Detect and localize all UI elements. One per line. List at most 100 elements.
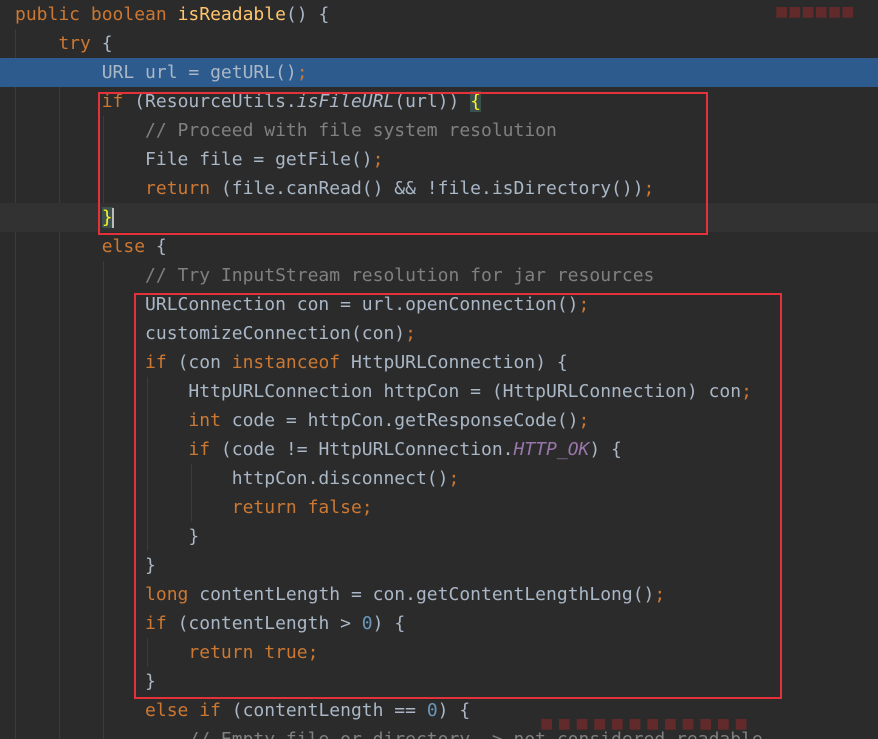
code-text: if (code != HttpURLConnection.HTTP_OK) {: [15, 435, 622, 464]
code-line[interactable]: return false;: [0, 493, 878, 522]
code-text: }: [15, 551, 156, 580]
code-line[interactable]: public boolean isReadable() {: [0, 0, 878, 29]
code-token: URLConnection con = url.openConnection(): [15, 294, 579, 315]
code-token: ) {: [372, 613, 406, 634]
code-line[interactable]: URL url = getURL();: [0, 58, 878, 87]
code-token: ;: [741, 381, 752, 402]
code-token: isReadable: [177, 4, 286, 25]
code-line[interactable]: }: [0, 522, 878, 551]
code-token: () {: [285, 4, 330, 25]
code-text: public boolean isReadable() {: [15, 0, 329, 29]
code-token: ;: [296, 62, 308, 83]
code-line[interactable]: // Try InputStream resolution for jar re…: [0, 261, 878, 290]
code-line[interactable]: }: [0, 203, 878, 232]
code-line[interactable]: try {: [0, 29, 878, 58]
code-token: (ResourceUtils.: [134, 91, 297, 112]
code-line[interactable]: if (con instanceof HttpURLConnection) {: [0, 348, 878, 377]
code-token: HTTP_OK: [513, 439, 590, 460]
code-token: ;: [307, 642, 319, 663]
code-token: HttpURLConnection httpCon = (HttpURLConn…: [15, 381, 742, 402]
code-text: customizeConnection(con);: [15, 319, 416, 348]
code-text: }: [15, 522, 199, 551]
code-token: customizeConnection(con): [15, 323, 406, 344]
code-token: ;: [578, 410, 590, 431]
code-token: ;: [448, 468, 460, 489]
code-text: // Proceed with file system resolution: [15, 116, 557, 145]
code-token: if: [15, 91, 135, 112]
code-text: try {: [15, 29, 113, 58]
code-token: if: [15, 439, 221, 460]
code-line[interactable]: if (ResourceUtils.isFileURL(url)) {: [0, 87, 878, 116]
code-token: if: [15, 613, 178, 634]
code-token: ;: [654, 584, 666, 605]
code-token: ;: [361, 497, 373, 518]
code-line[interactable]: }: [0, 551, 878, 580]
code-line[interactable]: HttpURLConnection httpCon = (HttpURLConn…: [0, 377, 878, 406]
code-token: (code != HttpURLConnection.: [220, 439, 514, 460]
code-text: File file = getFile();: [15, 145, 383, 174]
code-line[interactable]: // Proceed with file system resolution: [0, 116, 878, 145]
code-token: else if: [15, 700, 232, 721]
code-text: long contentLength = con.getContentLengt…: [15, 580, 665, 609]
code-text: HttpURLConnection httpCon = (HttpURLConn…: [15, 377, 752, 406]
code-text: return (file.canRead() && !file.isDirect…: [15, 174, 654, 203]
code-token: int: [15, 410, 232, 431]
code-token: isFileURL: [296, 91, 395, 112]
code-token: // Proceed with file system resolution: [15, 120, 557, 141]
code-line[interactable]: else {: [0, 232, 878, 261]
code-text: return true;: [15, 638, 318, 667]
code-token: ) {: [589, 439, 622, 460]
code-token: ;: [643, 178, 655, 199]
code-line[interactable]: return true;: [0, 638, 878, 667]
code-line[interactable]: if (code != HttpURLConnection.HTTP_OK) {: [0, 435, 878, 464]
watermark-bottom-right: ■ ■ ■ ■ ■ ■ ■ ■ ■ ■ ■ ■: [540, 716, 748, 732]
code-text: if (ResourceUtils.isFileURL(url)) {: [15, 87, 482, 116]
code-token: }: [15, 555, 156, 576]
code-token: (contentLength ==: [231, 700, 427, 721]
code-token: ;: [405, 323, 416, 344]
code-token: return true: [15, 642, 308, 663]
code-token: 0: [361, 613, 373, 634]
code-token: 0: [426, 700, 438, 721]
code-token: public: [15, 4, 91, 25]
code-text: else if (contentLength == 0) {: [15, 696, 470, 725]
text-caret: [111, 208, 114, 228]
code-line[interactable]: httpCon.disconnect();: [0, 464, 878, 493]
code-token: instanceof: [231, 352, 351, 373]
code-token: URL url = getURL(): [15, 62, 297, 83]
code-text: URL url = getURL();: [15, 58, 308, 87]
code-line[interactable]: File file = getFile();: [0, 145, 878, 174]
code-line[interactable]: customizeConnection(con);: [0, 319, 878, 348]
code-line[interactable]: long contentLength = con.getContentLengt…: [0, 580, 878, 609]
code-token: code = httpCon.getResponseCode(): [231, 410, 579, 431]
code-token: if: [15, 352, 178, 373]
code-token: {: [155, 236, 167, 257]
watermark-top-right: ■■■■■■: [775, 4, 855, 20]
code-token: return false: [15, 497, 362, 518]
code-token: (url)): [394, 91, 471, 112]
code-line[interactable]: return (file.canRead() && !file.isDirect…: [0, 174, 878, 203]
code-token: httpCon.disconnect(): [15, 468, 449, 489]
code-editor[interactable]: public boolean isReadable() { try { URL …: [0, 0, 878, 739]
code-line[interactable]: }: [0, 667, 878, 696]
code-text: if (con instanceof HttpURLConnection) {: [15, 348, 568, 377]
code-token: // Try InputStream resolution for jar re…: [15, 265, 655, 286]
code-token: File file = getFile(): [15, 149, 373, 170]
code-token: {: [101, 33, 113, 54]
code-line[interactable]: int code = httpCon.getResponseCode();: [0, 406, 878, 435]
code-token: ;: [372, 149, 384, 170]
code-token: long: [15, 584, 200, 605]
code-line[interactable]: URLConnection con = url.openConnection()…: [0, 290, 878, 319]
code-token: ) {: [437, 700, 471, 721]
code-text: URLConnection con = url.openConnection()…: [15, 290, 589, 319]
code-text: }: [15, 203, 114, 232]
code-line[interactable]: if (contentLength > 0) {: [0, 609, 878, 638]
code-token: (contentLength >: [177, 613, 362, 634]
code-token: }: [15, 526, 200, 547]
code-token: HttpURLConnection) {: [350, 352, 568, 373]
code-text: int code = httpCon.getResponseCode();: [15, 406, 589, 435]
code-token: (file.canRead() && !file.isDirectory()): [220, 178, 644, 199]
code-token: ;: [578, 294, 590, 315]
code-token: else: [15, 236, 156, 257]
